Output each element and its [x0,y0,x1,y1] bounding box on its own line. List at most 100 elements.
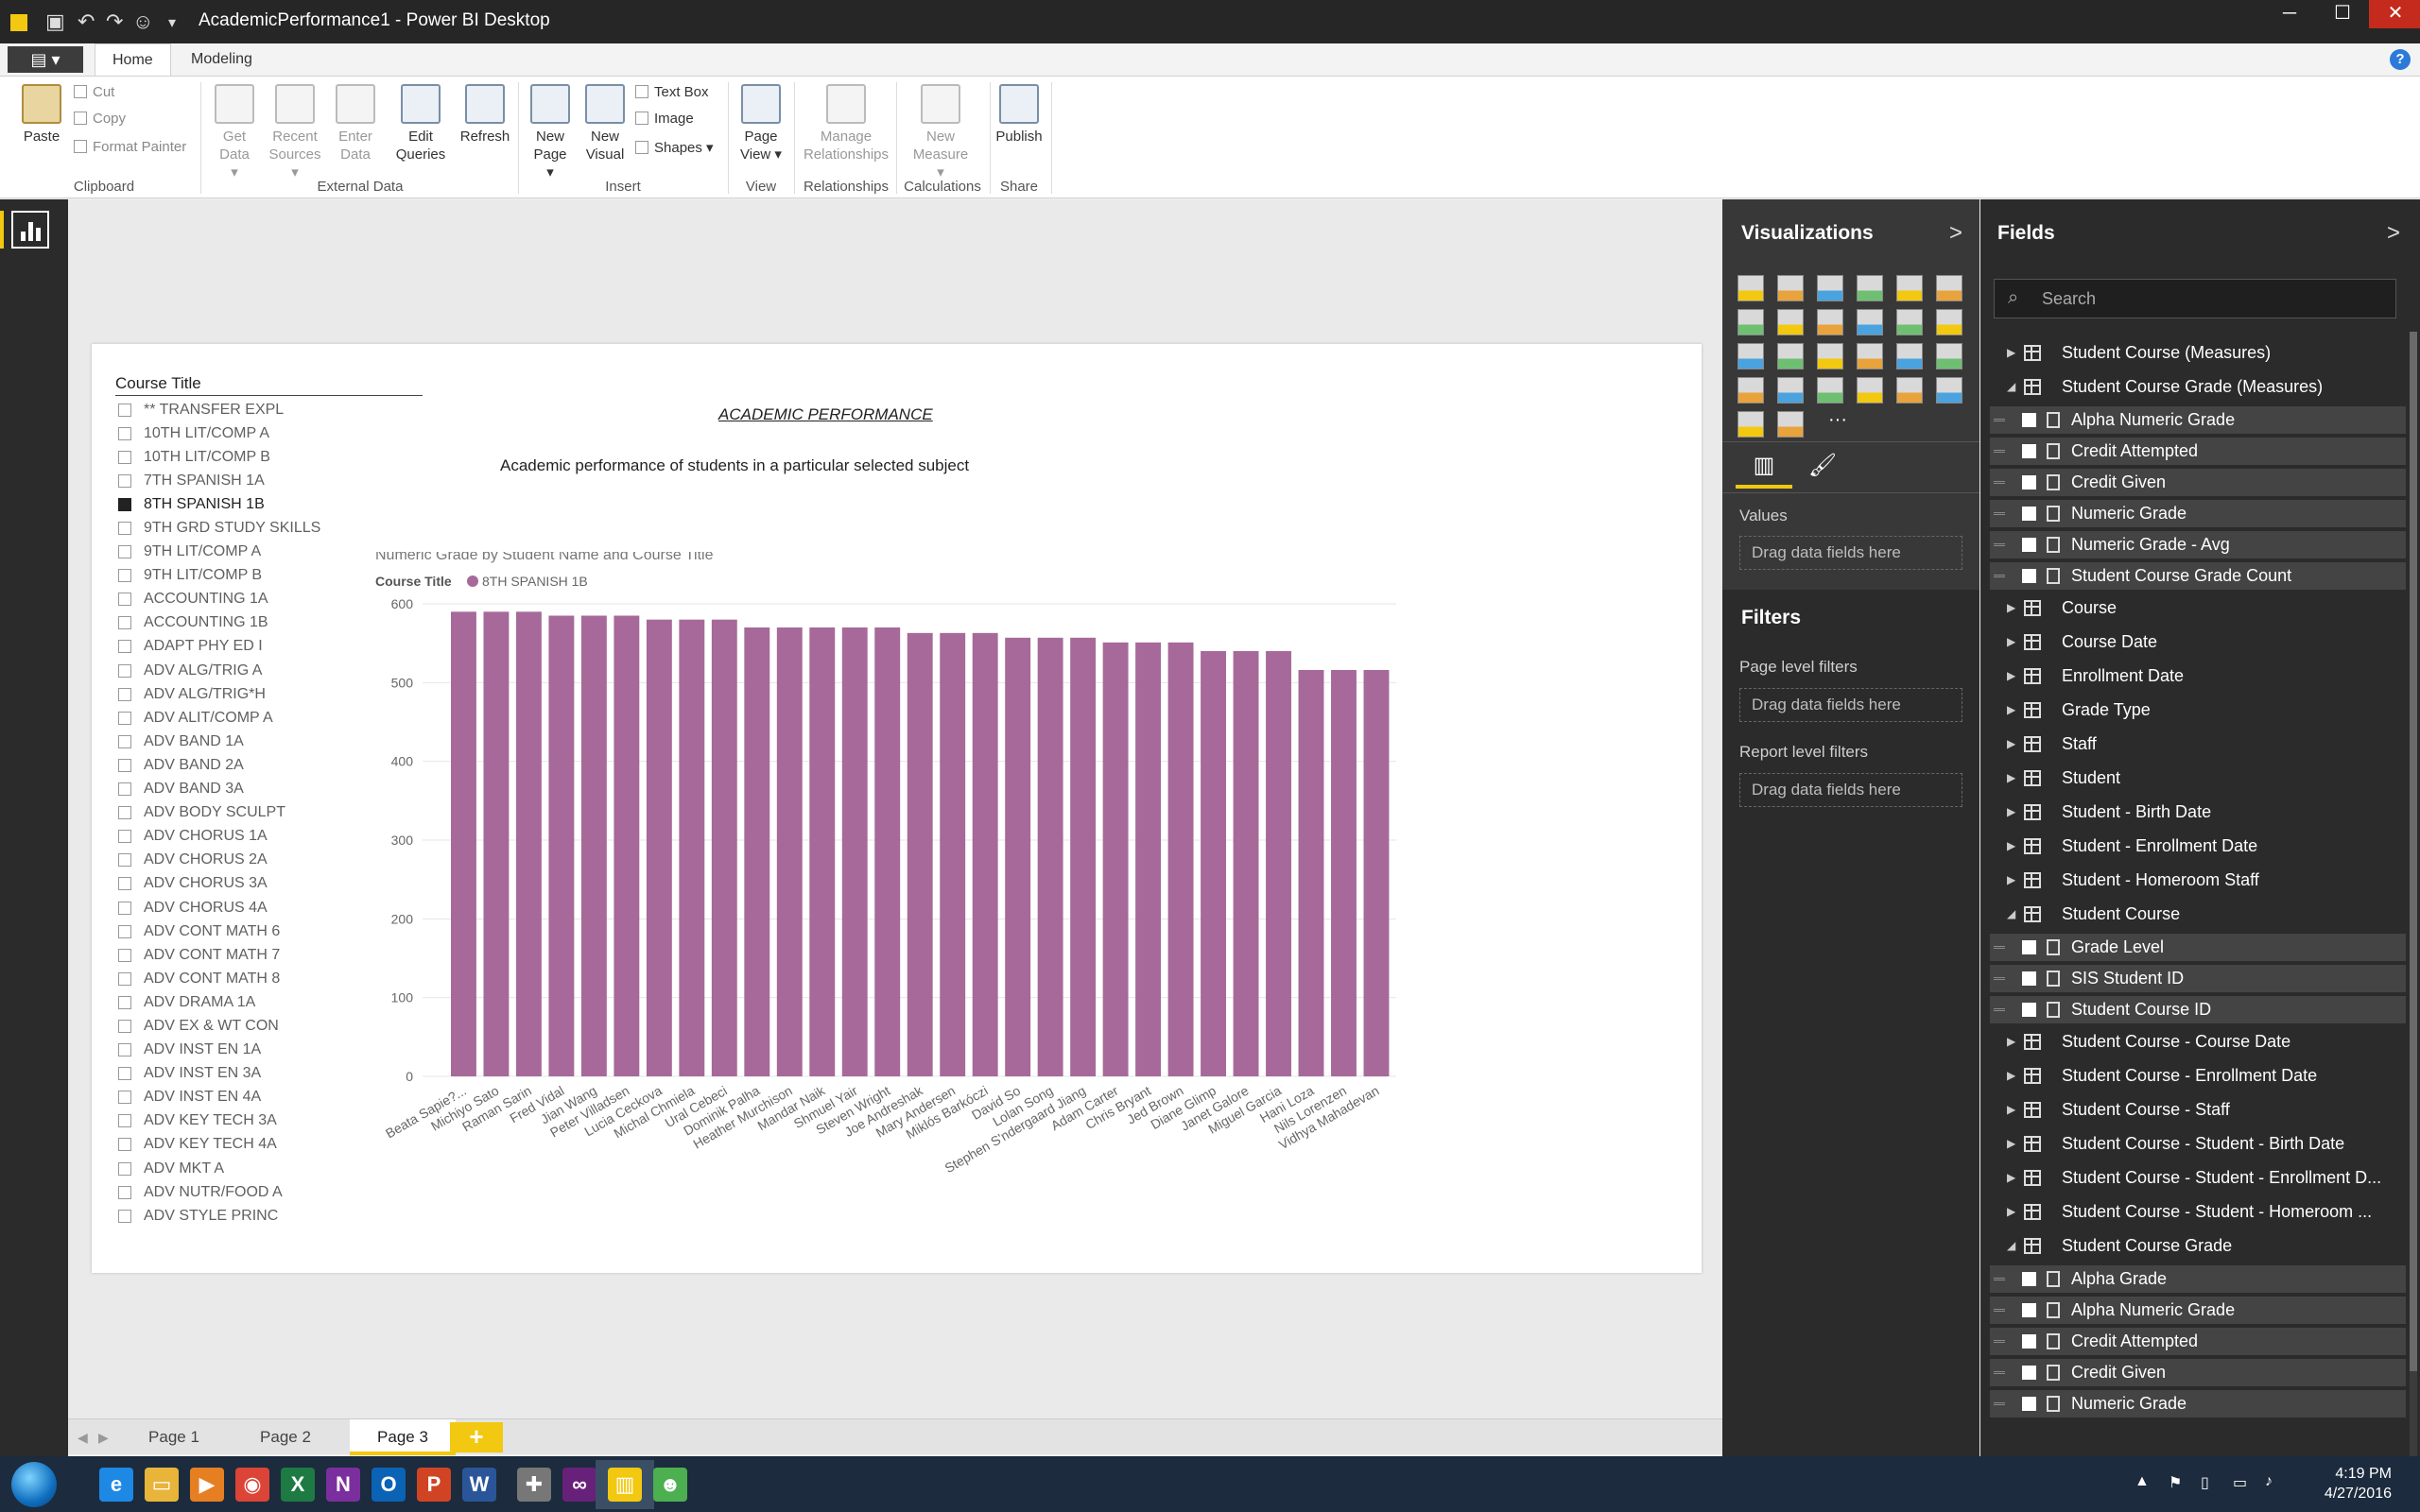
viz-table-icon[interactable] [1896,343,1923,369]
refresh-button[interactable]: Refresh [455,82,515,146]
slicer-item[interactable]: 8TH SPANISH 1B [115,492,423,516]
viz-line-column-icon[interactable] [1857,309,1883,335]
slicer-item[interactable]: 10TH LIT/COMP A [115,421,423,445]
taskbar-word[interactable]: W [450,1460,509,1509]
field-item[interactable]: Alpha Numeric Grade [1990,406,2406,434]
image-button[interactable]: Image [635,111,694,127]
publish-button[interactable]: Publish [989,82,1049,146]
field-table[interactable]: ▶ Student Course - Student - Enrollment D… [1980,1162,2406,1194]
viz-treemap-icon[interactable] [1817,343,1843,369]
expand-icon[interactable]: ▶ [2007,337,2015,369]
field-item[interactable]: Numeric Grade [1990,500,2406,527]
fields-search-input[interactable]: ⌕ Search [1994,279,2396,318]
viz-clustered-column-icon[interactable] [1857,275,1883,301]
scroll-left-icon[interactable]: ◀ [78,1419,88,1455]
field-item[interactable]: Numeric Grade - Avg [1990,531,2406,558]
close-button[interactable]: ✕ [2369,0,2420,28]
report-title[interactable]: ACADEMIC PERFORMANCE [718,405,933,424]
format-tab[interactable]: 🖌 [1794,443,1851,489]
slicer-checkbox[interactable] [118,734,131,748]
field-table[interactable]: ▶ Grade Type [1980,695,2406,726]
viz-stacked-bar-icon[interactable] [1737,275,1764,301]
viz-scatter-icon[interactable] [1737,343,1764,369]
collapse-icon[interactable]: ◢ [2007,899,2015,930]
drag-handle-icon[interactable] [1994,1309,2005,1312]
expand-icon[interactable]: ▶ [2007,763,2015,794]
new-page-button[interactable]: New Page ▾ [520,82,580,181]
report-view-icon[interactable] [11,211,49,249]
tab-modeling[interactable]: Modeling [174,43,269,76]
slicer-checkbox[interactable] [118,1067,131,1081]
text-box-button[interactable]: Text Box [635,84,709,100]
page-view-button[interactable]: Page View ▾ [731,82,791,163]
tab-home[interactable]: Home [95,43,171,76]
drag-handle-icon[interactable] [1994,1371,2005,1374]
slicer-checkbox[interactable] [118,616,131,630]
field-checkbox[interactable] [2022,538,2036,552]
expand-icon[interactable]: ▶ [2007,661,2015,692]
viz-funnel-icon[interactable] [1777,377,1804,404]
smiley-feedback-icon[interactable]: ☺ [132,9,153,34]
slicer-checkbox[interactable] [118,877,131,891]
slicer-item[interactable]: 7TH SPANISH 1A [115,469,423,492]
powerbi-app-icon[interactable] [9,12,29,33]
field-checkbox[interactable] [2022,1272,2036,1286]
viz-card-icon[interactable] [1857,377,1883,404]
recent-sources-button[interactable]: Recent Sources ▾ [265,82,325,181]
viz-matrix-icon[interactable] [1936,343,1962,369]
field-table[interactable]: ▶ Student - Homeroom Staff [1980,865,2406,896]
drag-handle-icon[interactable] [1994,543,2005,546]
drag-handle-icon[interactable] [1994,512,2005,515]
slicer-checkbox[interactable] [118,995,131,1009]
viz-line-icon[interactable] [1737,309,1764,335]
field-table[interactable]: ▶ Student Course (Measures) [1980,337,2406,369]
page-filters-drop-well[interactable]: Drag data fields here [1739,688,1962,722]
taskbar-messenger[interactable]: ☻ [641,1460,700,1509]
slicer-item[interactable]: ** TRANSFER EXPL [115,398,423,421]
slicer-checkbox[interactable] [118,901,131,915]
slicer-checkbox[interactable] [118,1138,131,1152]
viz-100-column-icon[interactable] [1936,275,1962,301]
field-table[interactable]: ▶ Student - Enrollment Date [1980,831,2406,862]
field-checkbox[interactable] [2022,1366,2036,1380]
report-filters-drop-well[interactable]: Drag data fields here [1739,773,1962,807]
slicer-checkbox[interactable] [118,450,131,464]
collapse-icon[interactable]: ◢ [2007,371,2015,403]
slicer-checkbox[interactable] [118,758,131,772]
copy-button[interactable]: Copy [74,111,126,127]
field-item[interactable]: Credit Attempted [1990,1328,2406,1355]
cut-button[interactable]: Cut [74,84,114,100]
field-item[interactable]: Credit Given [1990,1359,2406,1386]
viz-gauge-icon[interactable] [1817,377,1843,404]
slicer-checkbox[interactable] [118,711,131,725]
slicer-checkbox[interactable] [118,545,131,559]
slicer-item[interactable]: 10TH LIT/COMP B [115,445,423,469]
slicer-checkbox[interactable] [118,1019,131,1033]
edit-queries-button[interactable]: Edit Queries [390,82,451,163]
viz-donut-icon[interactable] [1777,411,1804,438]
viz-pie-icon[interactable] [1777,343,1804,369]
expand-icon[interactable]: ▶ [2007,1094,2015,1125]
drag-handle-icon[interactable] [1994,1402,2005,1405]
field-table[interactable]: ▶ Student [1980,763,2406,794]
field-checkbox[interactable] [2022,444,2036,458]
field-checkbox[interactable] [2022,1334,2036,1349]
shapes-button[interactable]: Shapes ▾ [635,139,714,156]
field-item[interactable]: Student Course ID [1990,996,2406,1023]
slicer-checkbox[interactable] [118,426,131,440]
file-menu-button[interactable]: ▤ ▾ [8,46,83,73]
viz-filled-map-icon[interactable] [1737,377,1764,404]
viz-multi-row-card-icon[interactable] [1896,377,1923,404]
collapse-fields-icon[interactable]: > [2387,220,2400,247]
maximize-button[interactable]: ☐ [2316,0,2369,28]
field-item[interactable]: Credit Given [1990,469,2406,496]
field-checkbox[interactable] [2022,475,2036,490]
field-item[interactable]: Alpha Grade [1990,1265,2406,1293]
scrollbar-thumb[interactable] [2410,332,2417,1371]
expand-icon[interactable]: ▶ [2007,1128,2015,1160]
drag-handle-icon[interactable] [1994,1008,2005,1011]
battery-icon[interactable]: ▯ [2201,1473,2209,1492]
drag-handle-icon[interactable] [1994,1278,2005,1280]
field-checkbox[interactable] [2022,1003,2036,1017]
field-table[interactable]: ▶ Student Course - Course Date [1980,1026,2406,1057]
